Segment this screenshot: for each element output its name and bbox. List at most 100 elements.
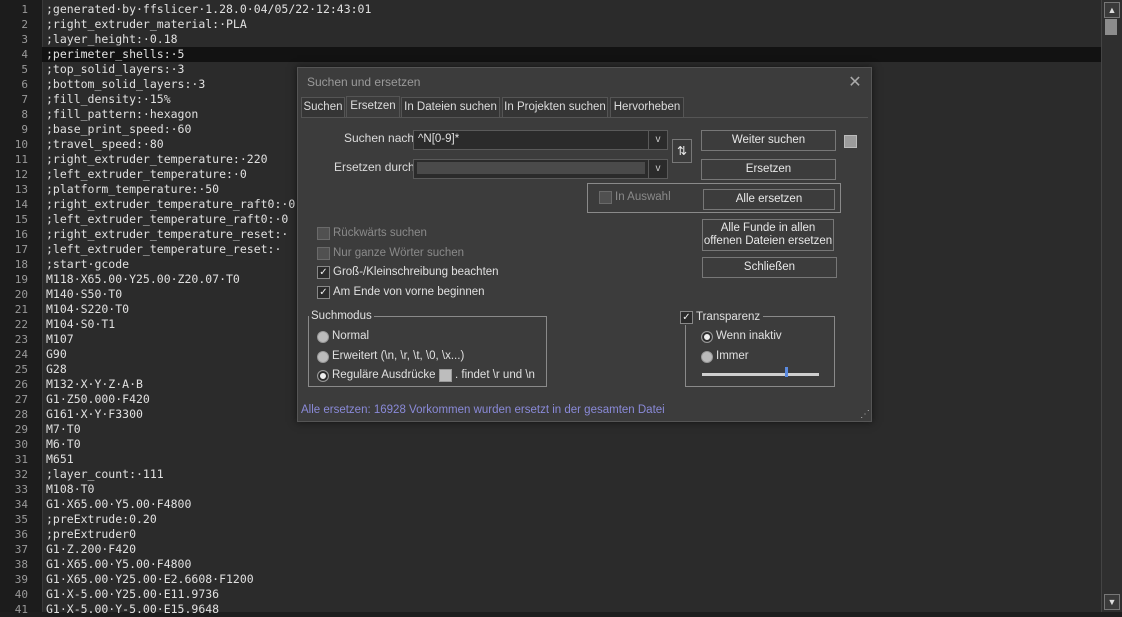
code-line[interactable]: ;right_extruder_material:·PLA xyxy=(42,17,1102,32)
code-line[interactable]: G1·Z.200·F420 xyxy=(42,542,1102,557)
in-selection-checkbox[interactable]: In Auswahl xyxy=(599,191,671,205)
radio-normal[interactable]: Normal xyxy=(317,330,369,344)
line-number: 18 xyxy=(14,258,28,271)
code-line-text: G90 xyxy=(46,347,67,361)
scroll-up-button[interactable]: ▲ xyxy=(1104,2,1120,18)
find-next-option-checkbox[interactable] xyxy=(844,135,857,148)
line-number: 32 xyxy=(14,468,28,481)
transparency-slider-thumb[interactable] xyxy=(785,367,788,377)
swap-icon[interactable]: ⇅ xyxy=(672,139,692,163)
option-checkbox[interactable]: ✓ Am Ende von vorne beginnen xyxy=(317,285,485,300)
line-number: 40 xyxy=(14,588,28,601)
replace-dropdown-icon[interactable]: v xyxy=(648,160,667,178)
line-number: 8 xyxy=(21,108,28,121)
code-line-text: ;right_extruder_temperature_reset:· xyxy=(46,227,289,241)
code-line-text: ;left_extruder_temperature:·0 xyxy=(46,167,247,181)
code-line-text: ;layer_count:·111 xyxy=(46,467,164,481)
option-checkbox-label: Am Ende von vorne beginnen xyxy=(333,285,485,298)
code-line-text: ;preExtrude:0.20 xyxy=(46,512,157,526)
find-next-button[interactable]: Weiter suchen xyxy=(701,130,836,151)
code-line[interactable]: ;perimeter_shells:·5 xyxy=(42,47,1102,62)
line-number: 26 xyxy=(14,378,28,391)
tab-hervorheben[interactable]: Hervorheben xyxy=(610,97,684,118)
tab-in-projekten-suchen[interactable]: In Projekten suchen xyxy=(502,97,608,118)
replace-all-open-files-button[interactable]: Alle Funde in allen offenen Dateien erse… xyxy=(702,219,834,251)
code-line-text: M132·X·Y·Z·A·B xyxy=(46,377,143,391)
line-number: 16 xyxy=(14,228,28,241)
line-number: 17 xyxy=(14,243,28,256)
code-line[interactable]: G1·X65.00·Y25.00·E2.6608·F1200 xyxy=(42,572,1102,587)
line-number: 36 xyxy=(14,528,28,541)
code-line-text: M104·S0·T1 xyxy=(46,317,116,331)
code-line[interactable]: M651 xyxy=(42,452,1102,467)
option-checkbox[interactable]: Nur ganze Wörter suchen xyxy=(317,246,464,261)
line-number: 39 xyxy=(14,573,28,586)
tab-suchen[interactable]: Suchen xyxy=(301,97,345,118)
resize-grip-icon[interactable]: ⋰ xyxy=(860,409,870,420)
close-icon[interactable]: ✕ xyxy=(847,72,863,92)
vertical-scrollbar[interactable]: ▲ ▼ xyxy=(1101,0,1122,612)
replace-button[interactable]: Ersetzen xyxy=(701,159,836,180)
code-line[interactable]: G1·X-5.00·Y25.00·E11.9736 xyxy=(42,587,1102,602)
code-line-text: ;left_extruder_temperature_raft0:·0 xyxy=(46,212,289,226)
code-line[interactable]: ;layer_height:·0.18 xyxy=(42,32,1102,47)
code-line[interactable]: G1·X-5.00·Y-5.00·E15.9648 xyxy=(42,602,1102,617)
code-line-text: M140·S50·T0 xyxy=(46,287,123,301)
line-number: 13 xyxy=(14,183,28,196)
code-line-text: G1·Z50.000·F420 xyxy=(46,392,150,406)
code-line-text: ;left_extruder_temperature_reset:· xyxy=(46,242,282,256)
tab-in-dateien-suchen[interactable]: In Dateien suchen xyxy=(401,97,500,118)
code-line[interactable]: M6·T0 xyxy=(42,437,1102,452)
transparency-slider[interactable] xyxy=(702,373,819,376)
line-number: 1 xyxy=(21,3,28,16)
replace-input[interactable]: v xyxy=(413,159,668,179)
option-checkbox[interactable]: Rückwärts suchen xyxy=(317,227,427,241)
code-line[interactable]: M108·T0 xyxy=(42,482,1102,497)
radio-when-inactive-dot xyxy=(701,331,713,343)
tab-ersetzen[interactable]: Ersetzen xyxy=(346,96,400,118)
find-input[interactable]: ^N[0-9]* v xyxy=(413,130,668,150)
replace-all-button[interactable]: Alle ersetzen xyxy=(703,189,835,210)
option-checkbox-box xyxy=(317,227,330,240)
code-line[interactable]: ;layer_count:·111 xyxy=(42,467,1102,482)
code-line[interactable]: ;generated·by·ffslicer·1.28.0·04/05/22·1… xyxy=(42,2,1102,17)
radio-when-inactive[interactable]: Wenn inaktiv xyxy=(701,330,782,344)
option-checkbox-label: Rückwärts suchen xyxy=(333,227,427,239)
line-number-gutter: 1 2 3 4 5 6 7 8 9 10 11 12 13 14 15 16 17 18 19 20 21 22 23 24 2… xyxy=(0,0,43,616)
line-number: 37 xyxy=(14,543,28,556)
code-line-text: ;right_extruder_temperature_raft0:·0 xyxy=(46,197,296,211)
scroll-thumb[interactable] xyxy=(1105,19,1117,35)
radio-always[interactable]: Immer xyxy=(701,350,749,364)
line-number: 41 xyxy=(14,603,28,616)
code-line[interactable]: ;preExtrude:0.20 xyxy=(42,512,1102,527)
code-line-text: G1·X-5.00·Y25.00·E11.9736 xyxy=(46,587,220,601)
code-line[interactable]: G1·X65.00·Y5.00·F4800 xyxy=(42,557,1102,572)
find-label: Suchen nach: xyxy=(344,131,418,145)
close-button[interactable]: Schließen xyxy=(702,257,837,278)
line-number: 4 xyxy=(21,48,28,61)
radio-regex-label: Reguläre Ausdrücke xyxy=(332,369,436,381)
transparency-checkbox[interactable]: ✓ Transparenz xyxy=(680,311,764,325)
dot-matches-newline-checkbox[interactable]: . findet \r und \n xyxy=(439,369,535,383)
find-dropdown-icon[interactable]: v xyxy=(648,131,667,149)
tab-divider xyxy=(301,117,868,118)
code-line-text: ;right_extruder_temperature:·220 xyxy=(46,152,268,166)
radio-extended[interactable]: Erweitert (\n, \r, \t, \0, \x...) xyxy=(317,350,464,364)
code-line-text: G1·Z.200·F420 xyxy=(46,542,137,556)
code-line[interactable]: M7·T0 xyxy=(42,422,1102,437)
dot-matches-newline-label: . findet \r und \n xyxy=(455,369,535,381)
scroll-down-button[interactable]: ▼ xyxy=(1104,594,1120,610)
code-line[interactable]: ;preExtruder0 xyxy=(42,527,1102,542)
option-checkbox[interactable]: ✓ Groß-/Kleinschreibung beachten xyxy=(317,266,499,280)
code-line-text: M104·S220·T0 xyxy=(46,302,130,316)
radio-always-dot xyxy=(701,351,713,363)
line-number: 20 xyxy=(14,288,28,301)
code-line-text: ;generated·by·ffslicer·1.28.0·04/05/22·1… xyxy=(46,2,372,16)
code-line[interactable]: G1·X65.00·Y5.00·F4800 xyxy=(42,497,1102,512)
radio-regex[interactable]: Reguläre Ausdrücke xyxy=(317,369,436,383)
code-line-text: ;base_print_speed:·60 xyxy=(46,122,192,136)
code-line-text: ;fill_pattern:·hexagon xyxy=(46,107,199,121)
code-line-text: ;start·gcode xyxy=(46,257,130,271)
line-number: 21 xyxy=(14,303,28,316)
dialog-title: Suchen und ersetzen xyxy=(307,75,421,89)
